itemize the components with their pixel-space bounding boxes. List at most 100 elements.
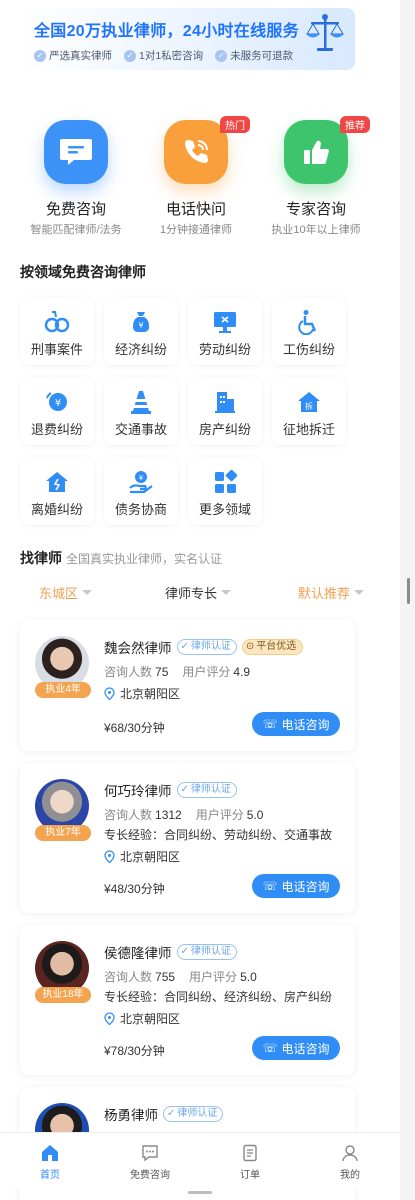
certified-label: 律师认证 <box>190 946 231 957</box>
recommend-tag: 推荐 <box>340 116 370 133</box>
service-free-consult[interactable]: 免费咨询 智能匹配律师/法务 <box>16 120 136 237</box>
experience-badge: 执业18年 <box>35 987 91 1003</box>
scrollbar[interactable] <box>400 0 415 1200</box>
broken-home-icon <box>20 469 94 495</box>
rating-label: 用户评分 <box>195 808 244 822</box>
tab-profile[interactable]: 我的 <box>300 1133 400 1188</box>
demolition-house-icon: 拆 <box>272 389 346 415</box>
certified-badge: ✓ 律师认证 <box>176 944 237 960</box>
domain-label: 退费纠纷 <box>30 422 83 437</box>
phone-icon: ☏ <box>262 1041 278 1055</box>
hot-tag: 热门 <box>220 116 250 133</box>
banner-feature: ✓ 1对1私密咨询 <box>124 48 203 63</box>
phone-consult-button[interactable]: ☏ 电话咨询 <box>252 712 340 736</box>
certified-badge: ✓ 律师认证 <box>163 1106 224 1122</box>
domain-economic[interactable]: ¥ 经济纠纷 <box>104 297 178 365</box>
lawyer-card[interactable]: 执业18年 侯德隆律师 ✓ 律师认证 咨询人数 755 用户评分 5.0 专长经验：合同… <box>20 925 355 1075</box>
lawyer-price: ¥68/30分钟 <box>104 721 165 735</box>
scrollbar-thumb[interactable] <box>407 578 410 604</box>
wheelchair-icon <box>272 309 346 335</box>
domain-refund[interactable]: ¥ 退费纠纷 <box>20 377 94 445</box>
certified-label: 律师认证 <box>177 1108 218 1119</box>
tab-label: 首页 <box>40 1170 60 1181</box>
consults-label: 咨询人数 <box>104 970 153 984</box>
filter-specialty-label: 律师专长 <box>165 586 218 601</box>
location-pin-icon <box>104 850 115 863</box>
consults-value: 75 <box>155 665 169 679</box>
filter-specialty[interactable]: 律师专长 <box>165 583 232 602</box>
domain-divorce[interactable]: 离婚纠纷 <box>20 457 94 525</box>
monitor-icon <box>188 309 262 335</box>
phone-consult-button[interactable]: ☏ 电话咨询 <box>252 874 340 898</box>
certified-label: 律师认证 <box>190 784 231 795</box>
domain-debt[interactable]: ¥ 债务协商 <box>104 457 178 525</box>
tab-label: 免费咨询 <box>130 1170 170 1181</box>
domain-more[interactable]: 更多领域 <box>188 457 262 525</box>
service-name: 免费咨询 <box>45 201 106 218</box>
location-pin-icon <box>104 687 115 700</box>
service-expert-consult[interactable]: 推荐 专家咨询 执业10年以上律师 <box>256 116 376 237</box>
platform-pick-badge: ⊙ 平台优选 <box>241 639 304 655</box>
domain-label: 交通事故 <box>114 422 167 437</box>
domain-label: 离婚纠纷 <box>30 502 83 517</box>
chat-icon <box>44 120 108 184</box>
banner-feature-label: 未服务可退款 <box>230 50 294 62</box>
lawyer-specialty: 专长经验：合同纠纷、劳动纠纷、交通事故 <box>104 828 333 842</box>
filter-district[interactable]: 东城区 <box>39 583 93 602</box>
check-icon: ✓ <box>124 49 136 62</box>
tab-label: 我的 <box>340 1170 360 1181</box>
domain-label: 经济纠纷 <box>114 342 167 357</box>
domain-criminal[interactable]: 刑事案件 <box>20 297 94 365</box>
tab-orders[interactable]: 订单 <box>200 1133 300 1188</box>
chat-icon <box>100 1143 200 1163</box>
certified-badge: ✓ 律师认证 <box>176 639 237 655</box>
filter-sort[interactable]: 默认推荐 <box>298 583 365 602</box>
lawyer-name: 侯德隆律师 <box>104 946 172 961</box>
domain-traffic[interactable]: 交通事故 <box>104 377 178 445</box>
svg-text:¥: ¥ <box>138 321 143 330</box>
phone-icon: ☏ <box>262 717 278 731</box>
lawyer-card[interactable]: 执业4年 魏会然律师 ✓ 律师认证 ⊙ 平台优选 咨询人数 75 用户评分 4.9 北京朝… <box>20 620 355 751</box>
lawyer-location: 北京朝阳区 <box>104 848 180 865</box>
promo-banner[interactable]: 全国20万执业律师，24小时在线服务 ✓ 严选真实律师 ✓ 1对1私密咨询 ✓ 未服务… <box>20 8 355 70</box>
lawyer-card[interactable]: 执业7年 何巧玲律师 ✓ 律师认证 咨询人数 1312 用户评分 5.0 专长经验：合同… <box>20 763 355 913</box>
phone-consult-button[interactable]: ☏ 电话咨询 <box>252 1036 340 1060</box>
chevron-down-icon <box>354 590 365 595</box>
lawyer-name-row: 魏会然律师 ✓ 律师认证 ⊙ 平台优选 <box>104 637 304 657</box>
service-subtitle: 1分钟接通律师 <box>159 224 233 236</box>
banner-features: ✓ 严选真实律师 ✓ 1对1私密咨询 ✓ 未服务可退款 <box>34 48 293 63</box>
domain-labor[interactable]: 劳动纠纷 <box>188 297 262 365</box>
find-lawyer-subtitle: 全国真实执业律师，实名认证 <box>66 552 223 566</box>
svg-text:¥: ¥ <box>55 398 61 409</box>
money-bag-icon: ¥ <box>104 309 178 335</box>
debt-hand-icon: ¥ <box>104 469 178 495</box>
domain-label: 更多领域 <box>198 502 251 517</box>
phone-icon: ☏ <box>262 879 278 893</box>
domain-property[interactable]: 房产纠纷 <box>188 377 262 445</box>
location-text: 北京朝阳区 <box>120 687 181 701</box>
consults-value: 755 <box>155 970 176 984</box>
tab-home[interactable]: 首页 <box>0 1133 100 1188</box>
domain-demolition[interactable]: 拆 征地拆迁 <box>272 377 346 445</box>
building-icon <box>188 389 262 415</box>
certified-badge: ✓ 律师认证 <box>176 782 237 798</box>
lawyer-location: 北京朝阳区 <box>104 685 180 702</box>
grid-more-icon <box>188 469 262 495</box>
service-phone-quick[interactable]: 热门 电话快问 1分钟接通律师 <box>136 116 256 237</box>
order-icon <box>200 1143 300 1163</box>
profile-icon <box>300 1143 400 1163</box>
lawyer-location: 北京朝阳区 <box>104 1010 180 1027</box>
phone-consult-label: 电话咨询 <box>281 879 330 894</box>
svg-text:拆: 拆 <box>305 401 313 411</box>
platform-pick-label: 平台优选 <box>256 641 297 652</box>
tab-free-consult[interactable]: 免费咨询 <box>100 1133 200 1188</box>
phone-consult-label: 电话咨询 <box>281 1041 330 1056</box>
check-icon: ✓ <box>215 49 228 62</box>
consults-label: 咨询人数 <box>104 665 153 679</box>
domain-label: 房产纠纷 <box>198 422 251 437</box>
lawyer-name-row: 杨勇律师 ✓ 律师认证 <box>104 1104 224 1124</box>
domain-injury[interactable]: 工伤纠纷 <box>272 297 346 365</box>
rating-value: 5.0 <box>246 808 264 822</box>
check-circle-icon: ⊙ <box>245 641 255 652</box>
tab-label: 订单 <box>240 1170 260 1181</box>
